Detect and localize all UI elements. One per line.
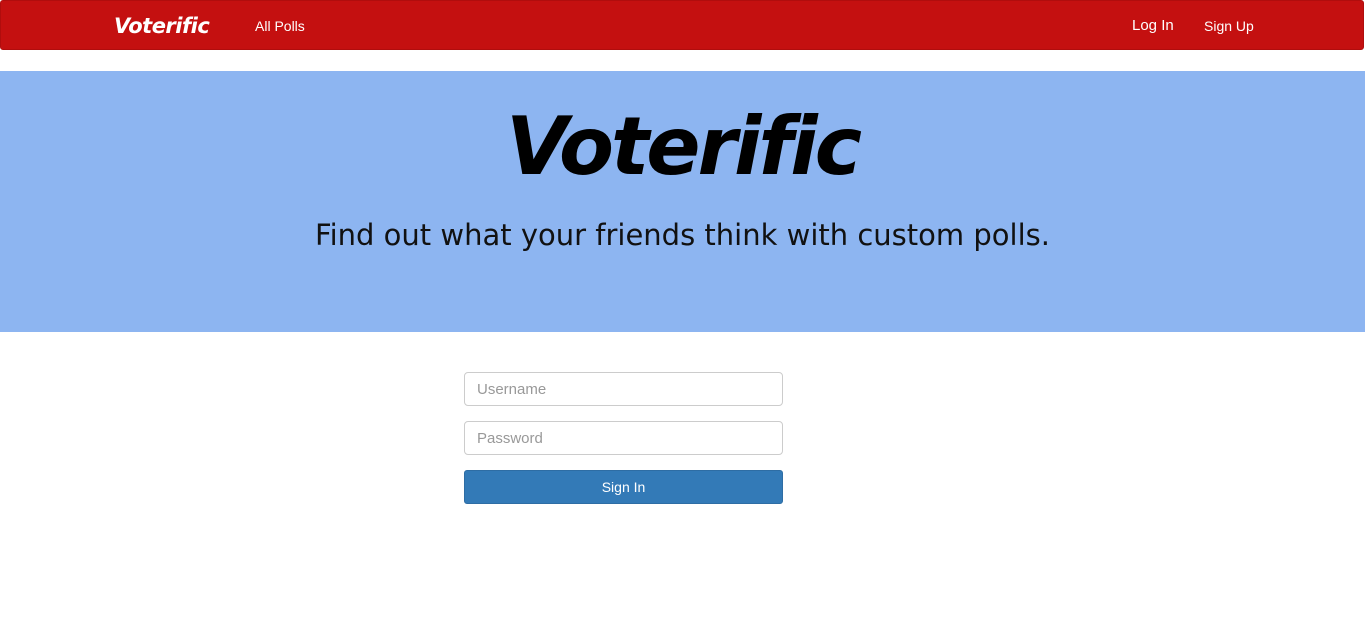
password-input[interactable] bbox=[464, 421, 783, 455]
brand-logo-link[interactable]: Voterific bbox=[114, 13, 210, 39]
hero-banner: Voterific Find out what your friends thi… bbox=[0, 71, 1365, 332]
top-navbar: Voterific All Polls Log In Sign Up bbox=[0, 0, 1364, 50]
sign-in-button[interactable]: Sign In bbox=[464, 470, 783, 504]
nav-log-in-link[interactable]: Log In bbox=[1132, 17, 1174, 35]
nav-all-polls-link[interactable]: All Polls bbox=[255, 17, 305, 35]
username-input[interactable] bbox=[464, 372, 783, 406]
hero-subtitle: Find out what your friends think with cu… bbox=[315, 218, 1050, 252]
hero-title: Voterific bbox=[505, 100, 862, 193]
login-form: Sign In bbox=[464, 372, 783, 504]
nav-sign-up-link[interactable]: Sign Up bbox=[1204, 17, 1254, 35]
